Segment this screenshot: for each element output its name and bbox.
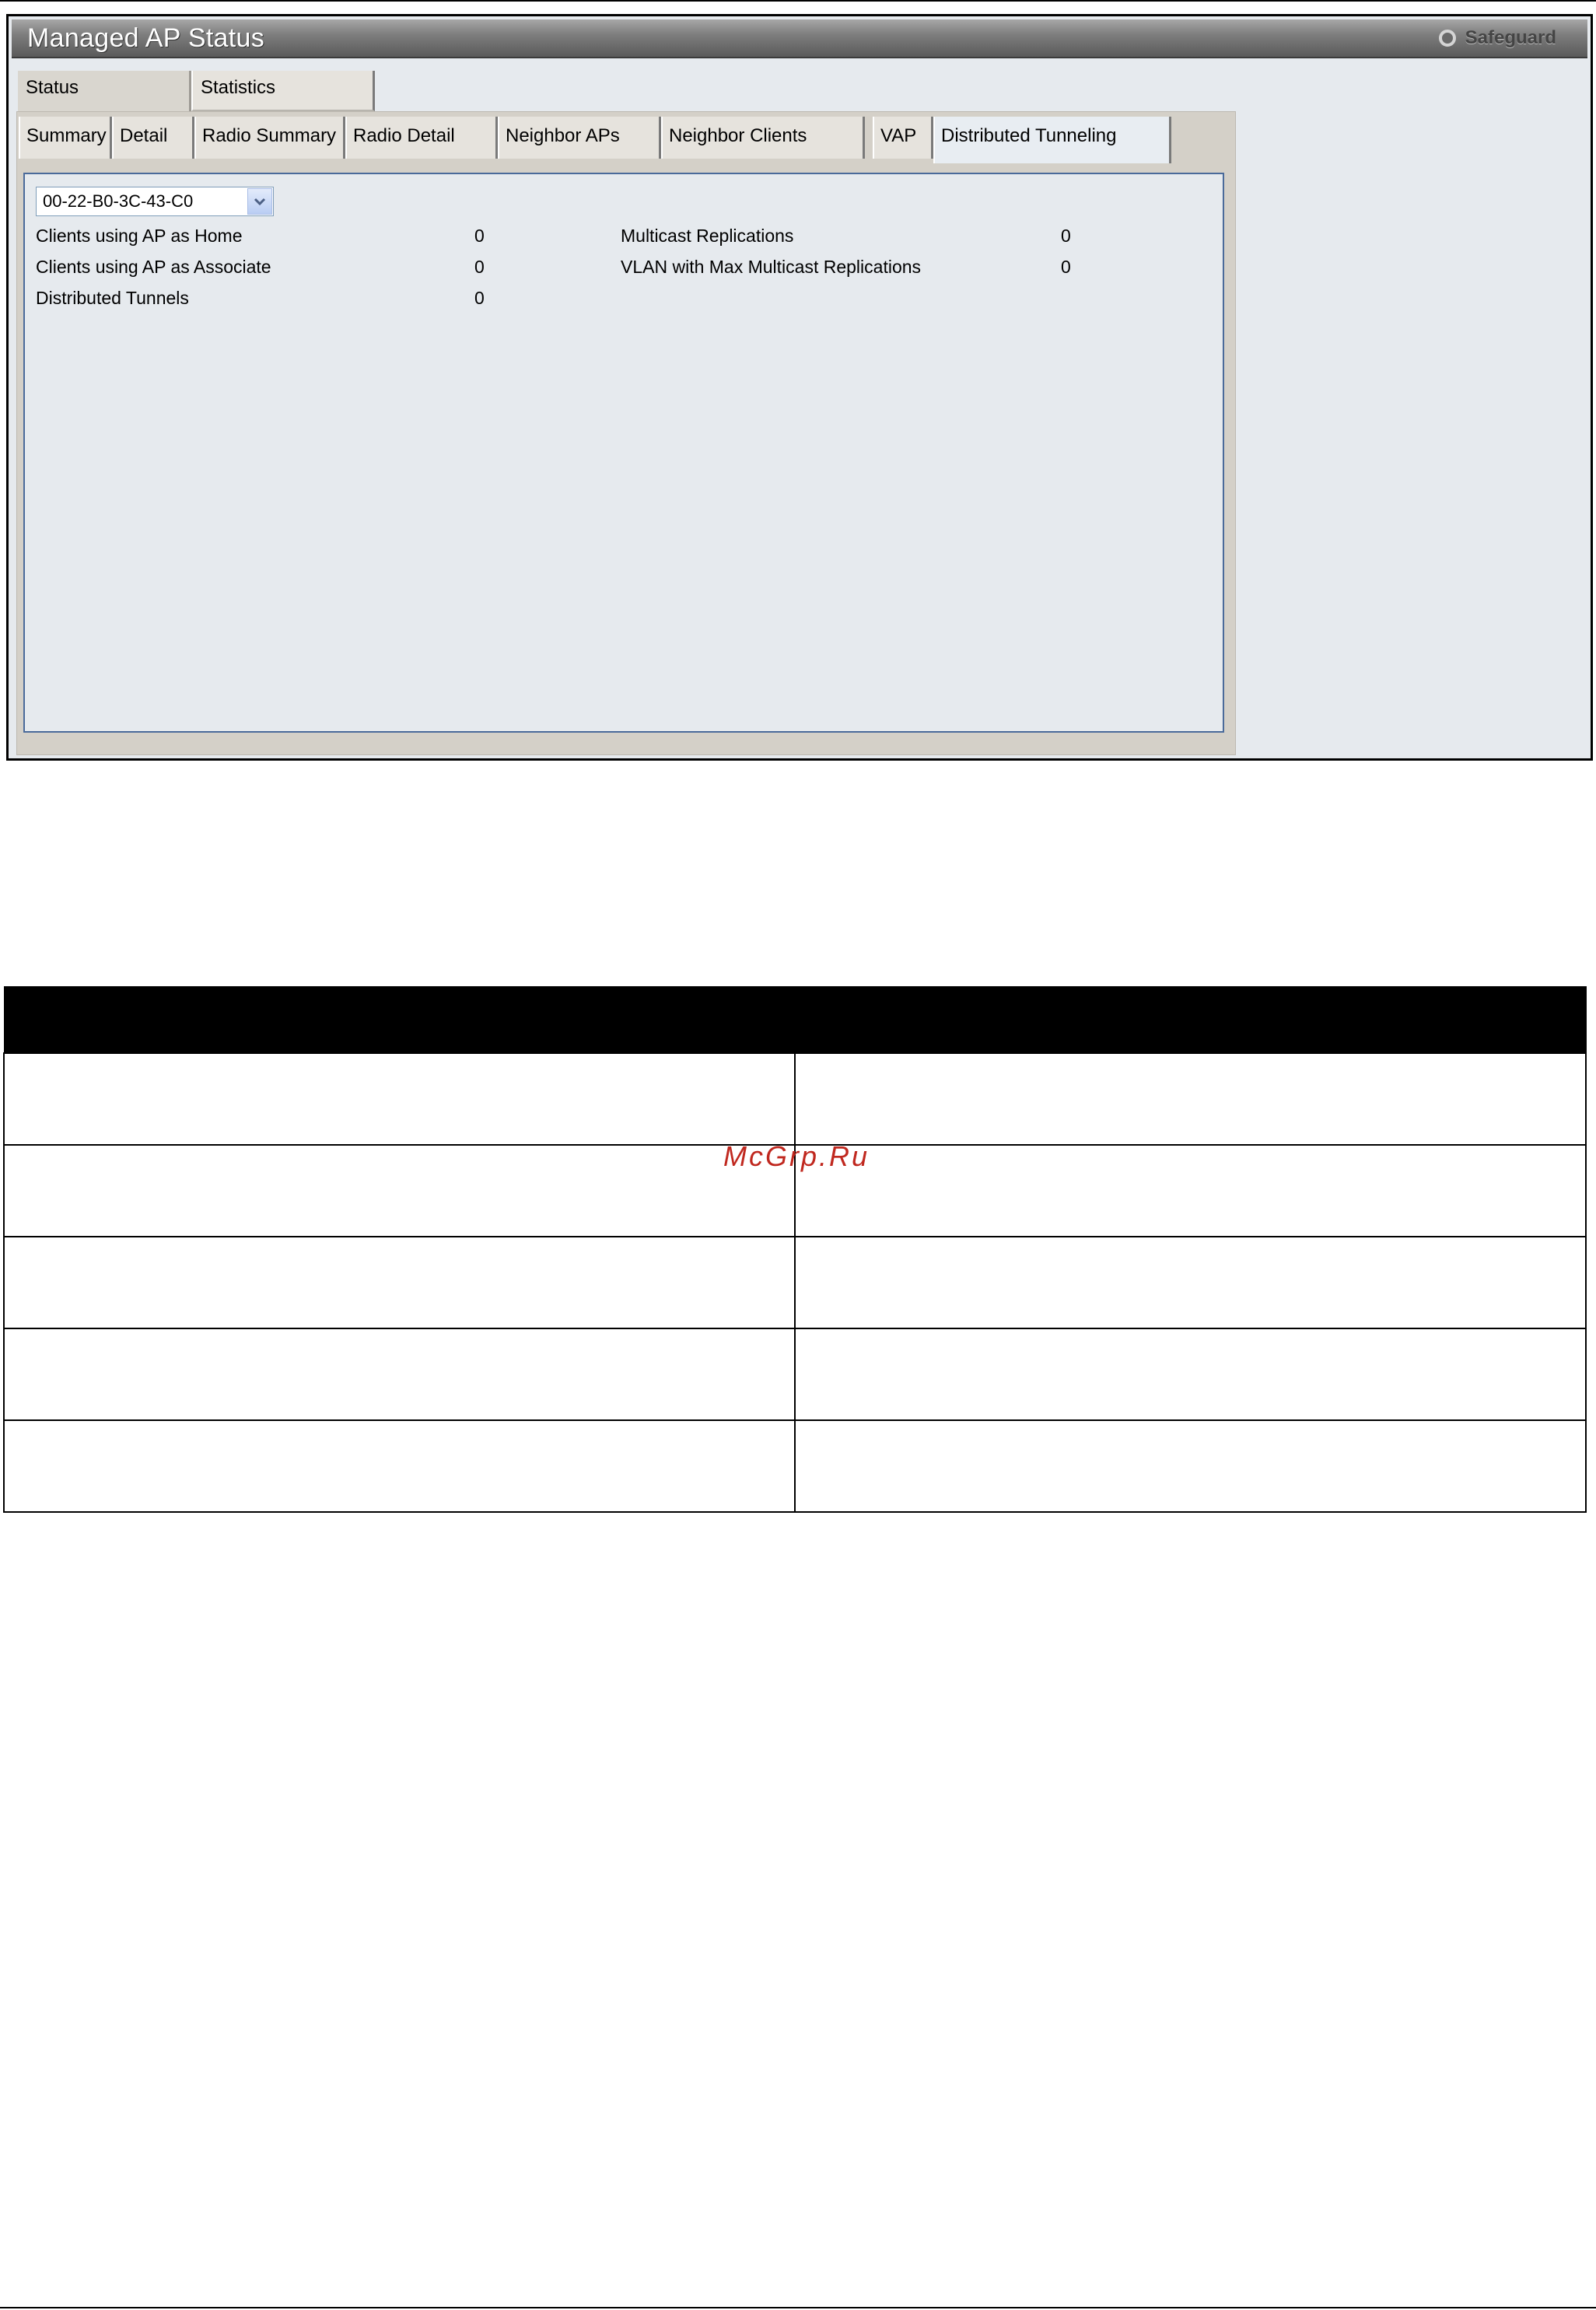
stat-value-home: 0 xyxy=(474,226,485,246)
table-row xyxy=(3,1052,1587,1146)
table-cell xyxy=(3,1328,796,1421)
table-cell xyxy=(3,1419,796,1513)
table-cell xyxy=(794,1419,1587,1513)
subtab-distributed-tunneling[interactable]: Distributed Tunneling xyxy=(933,117,1171,163)
stat-label-multicast: Multicast Replications xyxy=(621,226,794,246)
stat-label-associate: Clients using AP as Associate xyxy=(36,257,271,277)
table-header-row xyxy=(3,986,1587,1054)
ap-mac-select[interactable]: 00-22-B0-3C-43-C0 xyxy=(36,187,274,216)
title-bar: Managed AP Status Safeguard xyxy=(12,19,1587,58)
safeguard-radio-icon xyxy=(1438,30,1456,47)
dropdown-button[interactable] xyxy=(247,188,272,215)
table-cell xyxy=(794,1144,1587,1237)
bottom-rule xyxy=(0,2307,1596,2308)
subtab-detail[interactable]: Detail xyxy=(112,117,194,159)
stat-value-tunnels: 0 xyxy=(474,288,485,308)
tab-statistics[interactable]: Statistics xyxy=(191,71,375,111)
subtab-radio-detail[interactable]: Radio Detail xyxy=(345,117,498,159)
table-cell xyxy=(3,1144,796,1237)
table-cell xyxy=(794,1236,1587,1329)
stat-value-vlan-max-multicast: 0 xyxy=(1061,257,1071,277)
subtab-summary[interactable]: Summary xyxy=(19,117,112,159)
table-cell xyxy=(3,1052,796,1146)
stat-value-associate: 0 xyxy=(474,257,485,277)
table-cell xyxy=(794,1328,1587,1421)
safeguard-label: Safeguard xyxy=(1465,27,1556,48)
table-cell xyxy=(3,1236,796,1329)
table-row xyxy=(3,1419,1587,1513)
stat-label-vlan-max-multicast: VLAN with Max Multicast Replications xyxy=(621,257,922,277)
stat-value-multicast: 0 xyxy=(1061,226,1071,246)
table-row xyxy=(3,1236,1587,1329)
subtab-neighbor-clients[interactable]: Neighbor Clients xyxy=(661,117,865,159)
header-parameter xyxy=(3,986,796,1054)
managed-ap-status-window: Managed AP Status Safeguard Status Stati… xyxy=(6,14,1593,761)
tab-status[interactable]: Status xyxy=(18,71,191,111)
subtab-vap[interactable]: VAP xyxy=(873,117,933,159)
parameter-table xyxy=(3,986,1587,1513)
status-tab-panel: Summary Detail Radio Summary Radio Detai… xyxy=(16,111,1236,755)
ap-mac-select-value: 00-22-B0-3C-43-C0 xyxy=(43,191,194,211)
subtab-neighbor-aps[interactable]: Neighbor APs xyxy=(498,117,661,159)
subtab-radio-summary[interactable]: Radio Summary xyxy=(194,117,345,159)
page-title: Managed AP Status xyxy=(27,23,265,53)
stat-label-tunnels: Distributed Tunnels xyxy=(36,288,189,308)
watermark: McGrp.Ru xyxy=(723,1140,870,1172)
top-rule xyxy=(0,0,1596,2)
stat-label-home: Clients using AP as Home xyxy=(36,226,243,246)
safeguard-indicator[interactable]: Safeguard xyxy=(1438,27,1556,48)
distributed-tunneling-content: 00-22-B0-3C-43-C0 Clients using AP as Ho… xyxy=(23,173,1224,733)
table-cell xyxy=(794,1052,1587,1146)
table-row xyxy=(3,1328,1587,1421)
header-description xyxy=(794,986,1587,1054)
chevron-down-icon xyxy=(254,198,266,205)
